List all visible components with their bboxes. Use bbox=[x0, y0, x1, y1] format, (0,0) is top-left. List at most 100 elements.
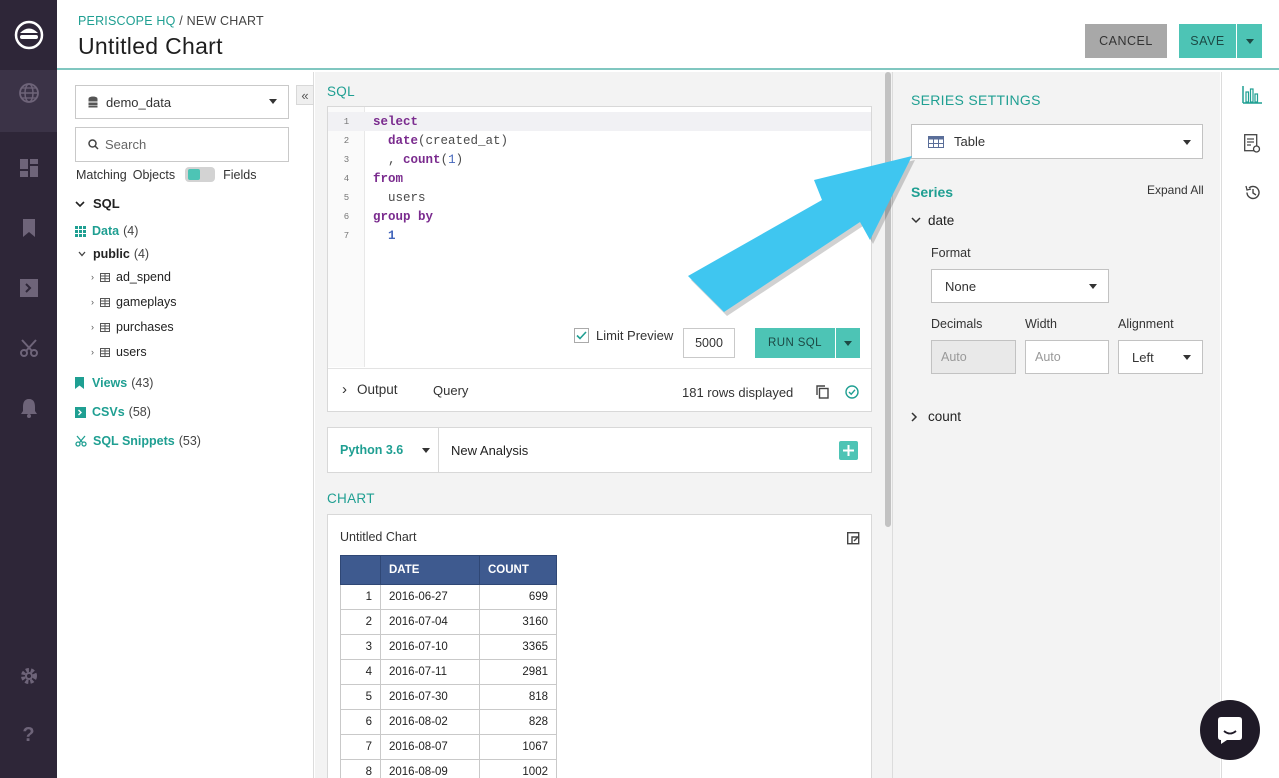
line-number: 2 bbox=[343, 135, 350, 146]
tree-public-schema[interactable]: public (4) bbox=[78, 247, 149, 261]
dashboard-icon[interactable] bbox=[0, 148, 57, 188]
output-toggle[interactable]: › Output bbox=[342, 381, 398, 398]
run-options-button[interactable] bbox=[836, 328, 860, 358]
matching-toggle-row: Matching Objects Fields bbox=[76, 167, 256, 182]
tree-data-item[interactable]: Data (4) bbox=[75, 224, 138, 238]
tree-table-purchases[interactable]: › purchases bbox=[91, 320, 174, 334]
width-input[interactable]: Auto bbox=[1025, 340, 1109, 374]
series-date-toggle[interactable]: date bbox=[911, 213, 954, 228]
code-line[interactable]: 2 date(created_at) bbox=[328, 131, 871, 150]
scissors-icon[interactable] bbox=[0, 328, 57, 368]
tree-table-label: purchases bbox=[116, 320, 174, 334]
python-panel: Python 3.6 New Analysis bbox=[327, 427, 872, 473]
double-chevron-left-icon: « bbox=[301, 87, 309, 103]
terminal-icon bbox=[75, 406, 86, 418]
alignment-select[interactable]: Left bbox=[1118, 340, 1203, 374]
sql-footer: › Output Query 181 rows displayed bbox=[328, 368, 871, 411]
editor-scrollbar[interactable] bbox=[884, 72, 892, 778]
chart-section-label: CHART bbox=[327, 491, 375, 506]
table-icon bbox=[928, 135, 944, 148]
scrollbar-thumb[interactable] bbox=[885, 72, 891, 527]
objects-fields-toggle[interactable] bbox=[185, 167, 216, 182]
matching-label: Matching bbox=[76, 167, 127, 182]
chart-edit-icon[interactable] bbox=[846, 531, 860, 548]
chat-launcher-button[interactable] bbox=[1200, 700, 1260, 760]
bookmark-icon[interactable] bbox=[0, 208, 57, 248]
chart-type-select[interactable]: Table bbox=[911, 124, 1203, 159]
tree-data-label: Data bbox=[92, 224, 120, 238]
tree-snippets-label: SQL Snippets bbox=[93, 434, 175, 448]
chat-icon bbox=[1218, 717, 1242, 744]
limit-preview-input[interactable]: 5000 bbox=[683, 328, 735, 358]
tree-snippets-item[interactable]: SQL Snippets (53) bbox=[75, 434, 201, 448]
cancel-button[interactable]: CANCEL bbox=[1085, 24, 1167, 58]
collapse-sidebar-button[interactable]: « bbox=[296, 85, 314, 105]
tree-table-users[interactable]: › users bbox=[91, 345, 147, 359]
code-line[interactable]: 3 , count(1) bbox=[328, 150, 871, 169]
right-rail bbox=[1221, 72, 1279, 778]
table-header-cell[interactable]: DATE bbox=[380, 555, 480, 585]
tree-sql-section[interactable]: SQL bbox=[75, 196, 120, 211]
python-version-select[interactable]: Python 3.6 bbox=[328, 428, 439, 472]
format-label: Format bbox=[931, 246, 971, 260]
code-line[interactable]: 7 1 bbox=[328, 226, 871, 245]
logo-icon[interactable] bbox=[0, 0, 57, 70]
history-icon[interactable] bbox=[1244, 184, 1261, 204]
tree-table-gameplays[interactable]: › gameplays bbox=[91, 295, 176, 309]
code-line[interactable]: 1 select bbox=[328, 112, 871, 131]
database-select-value: demo_data bbox=[106, 94, 172, 110]
left-nav: ? bbox=[0, 0, 57, 778]
width-label: Width bbox=[1025, 317, 1057, 331]
page-title[interactable]: Untitled Chart bbox=[78, 33, 223, 60]
chart-settings-icon[interactable] bbox=[1242, 86, 1262, 107]
chevron-right-icon bbox=[911, 411, 918, 422]
query-tab[interactable]: Query bbox=[433, 383, 468, 398]
series-count-toggle[interactable]: count bbox=[911, 409, 961, 424]
chevron-down-icon bbox=[1183, 139, 1191, 145]
schema-search[interactable] bbox=[75, 127, 289, 162]
line-number: 5 bbox=[343, 192, 350, 203]
table-row: 7 2016-08-07 1067 bbox=[340, 734, 557, 760]
code-line[interactable]: 5 users bbox=[328, 188, 871, 207]
sql-editor-panel: 1 select 2 date(created_at) 3 , count(1)… bbox=[327, 106, 872, 412]
add-analysis-button[interactable] bbox=[839, 441, 858, 460]
series-settings-panel: SERIES SETTINGS Table Series Expand All … bbox=[892, 72, 1220, 778]
table-icon bbox=[100, 272, 110, 282]
limit-preview-checkbox[interactable] bbox=[574, 328, 589, 343]
date-cell: 2016-08-07 bbox=[380, 734, 480, 760]
scissors-icon bbox=[75, 435, 87, 447]
globe-icon[interactable] bbox=[0, 73, 57, 113]
expand-all-link[interactable]: Expand All bbox=[1147, 183, 1204, 197]
code-line[interactable]: 6 group by bbox=[328, 207, 871, 226]
copy-icon[interactable] bbox=[816, 385, 829, 402]
terminal-icon[interactable] bbox=[0, 268, 57, 308]
code-line[interactable]: 4 from bbox=[328, 169, 871, 188]
tree-public-count: (4) bbox=[133, 247, 150, 261]
decimals-input[interactable]: Auto bbox=[931, 340, 1016, 374]
decimals-label: Decimals bbox=[931, 317, 983, 331]
schema-search-input[interactable] bbox=[105, 137, 265, 152]
save-button[interactable]: SAVE bbox=[1179, 24, 1236, 58]
sql-section-label: SQL bbox=[327, 84, 355, 99]
page-header: PERISCOPE HQ / NEW CHART Untitled Chart … bbox=[57, 0, 1279, 70]
table-row: 8 2016-08-09 1002 bbox=[340, 759, 557, 778]
tree-csvs-label: CSVs bbox=[92, 405, 125, 419]
chevron-down-icon bbox=[844, 340, 852, 346]
tree-table-ad-spend[interactable]: › ad_spend bbox=[91, 270, 171, 284]
tree-csvs-item[interactable]: CSVs (58) bbox=[75, 405, 151, 419]
fields-label: Fields bbox=[223, 167, 257, 182]
gear-icon[interactable] bbox=[0, 656, 57, 696]
tree-views-item[interactable]: Views (43) bbox=[75, 376, 153, 390]
table-header-cell[interactable]: COUNT bbox=[479, 555, 557, 585]
analysis-name[interactable]: New Analysis bbox=[451, 443, 528, 458]
bell-icon[interactable] bbox=[0, 388, 57, 428]
breadcrumb-home-link[interactable]: PERISCOPE HQ bbox=[78, 14, 176, 28]
save-options-button[interactable] bbox=[1237, 24, 1262, 58]
database-select[interactable]: demo_data bbox=[75, 85, 289, 119]
settings-document-icon[interactable] bbox=[1244, 134, 1261, 157]
format-select[interactable]: None bbox=[931, 269, 1109, 303]
chevron-down-icon bbox=[1183, 355, 1191, 360]
run-sql-button[interactable]: RUN SQL bbox=[755, 328, 835, 358]
editor-pane: SQL 1 select 2 date(created_at) 3 , coun… bbox=[315, 72, 884, 778]
help-icon[interactable]: ? bbox=[0, 715, 57, 755]
